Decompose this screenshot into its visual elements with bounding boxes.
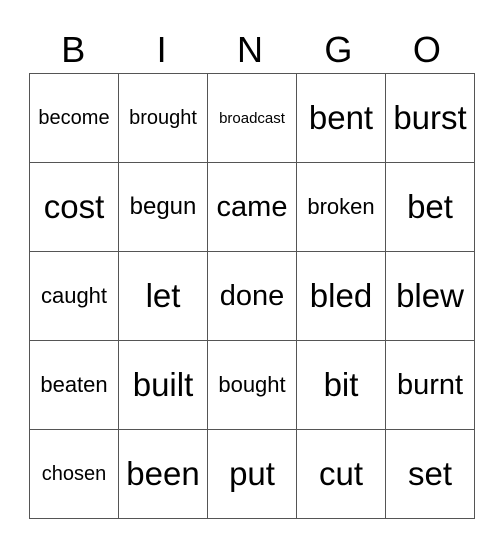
grid-row: become brought broadcast bent burst bbox=[29, 73, 475, 163]
bingo-cell[interactable]: cut bbox=[296, 429, 386, 519]
bingo-cell[interactable]: blew bbox=[385, 251, 475, 341]
bingo-cell[interactable]: burst bbox=[385, 73, 475, 163]
bingo-cell[interactable]: bet bbox=[385, 162, 475, 252]
bingo-cell[interactable]: bought bbox=[207, 340, 297, 430]
bingo-cell[interactable]: caught bbox=[29, 251, 119, 341]
bingo-cell[interactable]: broken bbox=[296, 162, 386, 252]
header-letter-b: B bbox=[61, 29, 86, 70]
bingo-cell[interactable]: become bbox=[29, 73, 119, 163]
bingo-cell[interactable]: bled bbox=[296, 251, 386, 341]
bingo-cell[interactable]: brought bbox=[118, 73, 208, 163]
bingo-cell[interactable]: begun bbox=[118, 162, 208, 252]
bingo-cell[interactable]: cost bbox=[29, 162, 119, 252]
bingo-cell[interactable]: been bbox=[118, 429, 208, 519]
bingo-cell[interactable]: done bbox=[207, 251, 297, 341]
header-letter-i: I bbox=[156, 29, 167, 70]
bingo-cell[interactable]: set bbox=[385, 429, 475, 519]
bingo-cell[interactable]: broadcast bbox=[207, 73, 297, 163]
grid-row: beaten built bought bit burnt bbox=[29, 340, 475, 430]
bingo-cell[interactable]: built bbox=[118, 340, 208, 430]
bingo-cell[interactable]: put bbox=[207, 429, 297, 519]
grid-row: caught let done bled blew bbox=[29, 251, 475, 341]
bingo-cell[interactable]: beaten bbox=[29, 340, 119, 430]
bingo-cell[interactable]: chosen bbox=[29, 429, 119, 519]
bingo-header: B I N G O bbox=[29, 28, 471, 72]
grid-row: chosen been put cut set bbox=[29, 429, 475, 519]
bingo-cell[interactable]: came bbox=[207, 162, 297, 252]
grid-row: cost begun came broken bet bbox=[29, 162, 475, 252]
bingo-cell[interactable]: bent bbox=[296, 73, 386, 163]
header-letter-g: G bbox=[324, 29, 353, 70]
bingo-card-grid: become brought broadcast bent burst cost… bbox=[29, 73, 475, 519]
header-letter-o: O bbox=[412, 29, 441, 70]
bingo-cell[interactable]: bit bbox=[296, 340, 386, 430]
bingo-cell[interactable]: let bbox=[118, 251, 208, 341]
header-letter-n: N bbox=[237, 29, 264, 70]
bingo-cell[interactable]: burnt bbox=[385, 340, 475, 430]
